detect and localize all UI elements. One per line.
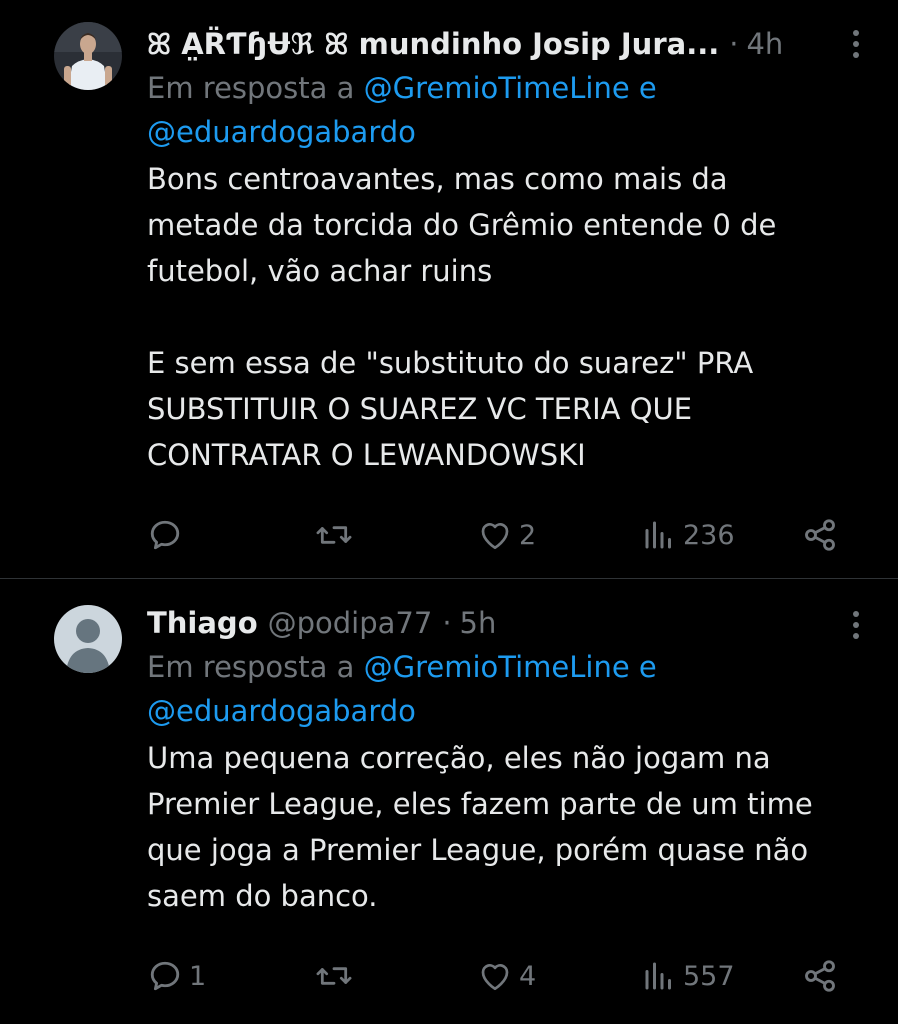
avatar[interactable] [54, 605, 122, 673]
share-button[interactable] [802, 515, 838, 555]
like-count: 4 [519, 960, 537, 992]
tweet-text-line: E sem essa de "substituto do suarez" PRA [147, 346, 754, 380]
tweet-text-line: saem do banco. [147, 879, 378, 913]
tweet[interactable]: ꕤ A̤R̈ƬɧɄℜ ꕤ mundinho Josip Jura... · 4h… [0, 0, 898, 579]
heart-icon [481, 964, 509, 991]
views-button[interactable]: 236 [641, 515, 735, 555]
reply-and: e [629, 650, 657, 684]
reply-and: e [629, 71, 657, 105]
tweet-header: Thiago @podipa77 · 5h [147, 601, 868, 645]
separator-dot: · [729, 27, 739, 61]
reply-prefix: Em resposta a [147, 650, 364, 684]
reply-icon [150, 961, 180, 991]
avatar[interactable] [54, 22, 122, 90]
timestamp[interactable]: 4h [746, 22, 783, 66]
avatar-photo [54, 22, 122, 90]
views-icon [645, 962, 671, 990]
retweet-icon [316, 526, 352, 544]
tweet-text-line: futebol, vão achar ruins [147, 254, 493, 288]
reply-button[interactable]: 1 [147, 956, 206, 996]
reply-prefix: Em resposta a [147, 71, 364, 105]
retweet-button[interactable] [315, 515, 359, 555]
like-button[interactable]: 4 [477, 956, 536, 996]
tweet-text-line: Bons centroavantes, mas como mais da [147, 162, 728, 196]
more-icon[interactable] [852, 30, 860, 58]
tweet-text-line: CONTRATAR O LEWANDOWSKI [147, 438, 586, 472]
timestamp[interactable]: 5h [460, 601, 497, 645]
tweet-actions: 2 236 [147, 515, 847, 555]
mention-link[interactable]: @GremioTimeLine [364, 650, 630, 684]
heart-icon [481, 523, 509, 550]
tweet-text-line: Uma pequena correção, eles não jogam na [147, 741, 771, 775]
tweet-text-line: SUBSTITUIR O SUAREZ VC TERIA QUE [147, 392, 693, 426]
tweet-content: ꕤ A̤R̈ƬɧɄℜ ꕤ mundinho Josip Jura... · 4h… [147, 22, 868, 478]
display-name[interactable]: ꕤ A̤R̈ƬɧɄℜ ꕤ mundinho Josip Jura... [147, 22, 719, 66]
tweet-text-line: metade da torcida do Grêmio entende 0 de [147, 208, 777, 242]
more-icon[interactable] [852, 611, 860, 639]
views-count: 557 [683, 960, 735, 992]
share-icon [805, 519, 835, 551]
tweet-text: Uma pequena correção, eles não jogam na … [147, 735, 868, 919]
tweet-text: Bons centroavantes, mas como mais da met… [147, 156, 868, 478]
reply-context: Em resposta a @GremioTimeLine e @eduardo… [147, 645, 868, 733]
reply-count: 1 [189, 960, 207, 992]
separator-dot: · [442, 606, 452, 640]
tweet-header: ꕤ A̤R̈ƬɧɄℜ ꕤ mundinho Josip Jura... · 4h [147, 22, 868, 66]
views-icon [645, 521, 671, 549]
user-handle[interactable]: @podipa77 [268, 601, 433, 645]
mention-link[interactable]: @eduardogabardo [147, 115, 416, 149]
retweet-icon [316, 967, 352, 985]
share-button[interactable] [802, 956, 838, 996]
tweet-content: Thiago @podipa77 · 5h Em resposta a @Gre… [147, 601, 868, 919]
mention-link[interactable]: @GremioTimeLine [364, 71, 630, 105]
views-count: 236 [683, 519, 735, 551]
reply-button[interactable] [147, 515, 189, 555]
retweet-button[interactable] [315, 956, 359, 996]
tweet-text-line: que joga a Premier League, porém quase n… [147, 833, 809, 867]
share-icon [805, 960, 835, 992]
display-name[interactable]: Thiago [147, 601, 258, 645]
like-count: 2 [519, 519, 537, 551]
tweet-text-line: Premier League, eles fazem parte de um t… [147, 787, 813, 821]
default-avatar-icon [54, 605, 122, 673]
reply-context: Em resposta a @GremioTimeLine e @eduardo… [147, 66, 868, 154]
like-button[interactable]: 2 [477, 515, 536, 555]
views-button[interactable]: 557 [641, 956, 735, 996]
tweet-actions: 1 4 557 [147, 956, 847, 996]
mention-link[interactable]: @eduardogabardo [147, 694, 416, 728]
reply-icon [150, 520, 180, 550]
tweet[interactable]: Thiago @podipa77 · 5h Em resposta a @Gre… [0, 579, 898, 1024]
